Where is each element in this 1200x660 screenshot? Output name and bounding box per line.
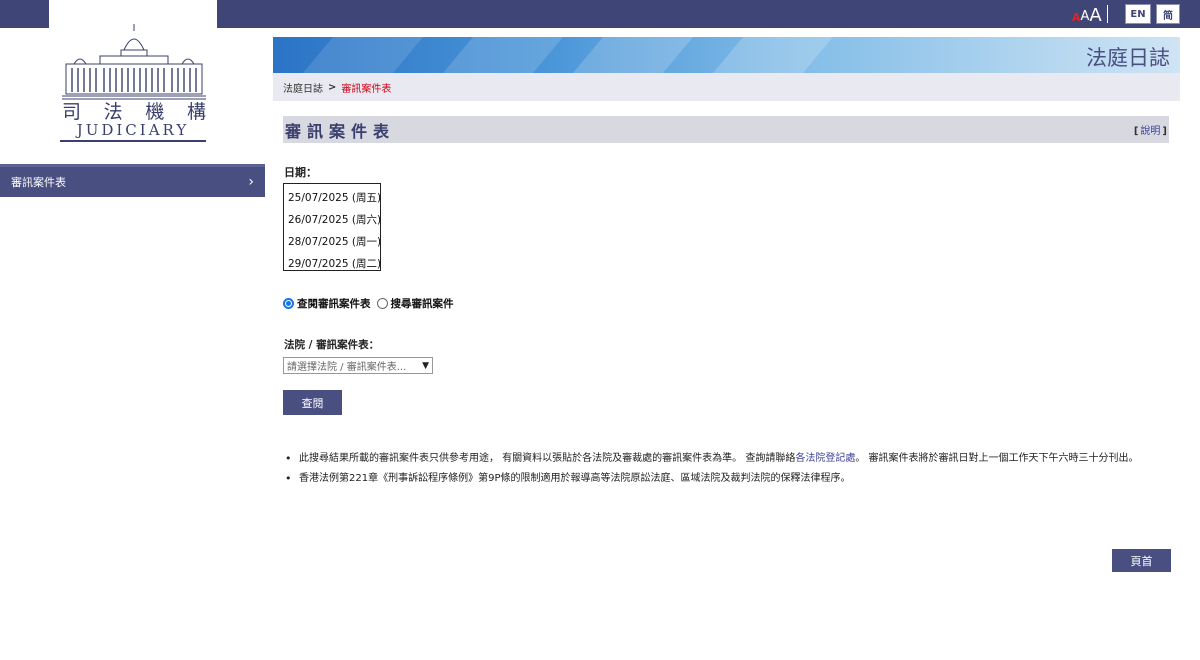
note-text: 。 審訊案件表將於審訊日對上一個工作天下午六時三十分刊出。	[855, 453, 1139, 464]
font-size-toggle[interactable]: A A A	[1072, 3, 1102, 25]
breadcrumb-home-link[interactable]: 法庭日誌	[273, 80, 323, 95]
help-bracket-open: [	[1133, 126, 1139, 137]
lang-simplified-button[interactable]: 简	[1156, 4, 1180, 24]
banner-title: 法庭日誌	[1086, 46, 1170, 70]
view-button[interactable]: 查閱	[283, 390, 342, 415]
page-banner: 法庭日誌	[273, 37, 1180, 73]
logo-underline	[60, 140, 206, 142]
date-option[interactable]: 28/07/2025 (周一)	[288, 231, 381, 253]
logo-char: 司	[62, 101, 82, 123]
font-size-large-label: A	[1089, 5, 1102, 26]
logo-chinese-name: 司 法 機 構	[62, 103, 206, 122]
court-registry-link[interactable]: 各法院登記處	[795, 453, 855, 464]
logo-char: 法	[103, 101, 123, 123]
help-label: 說明	[1140, 126, 1161, 137]
chevron-down-icon: ▼	[422, 360, 429, 371]
logo-english-name: JUDICIARY	[76, 121, 190, 139]
note-text: 香港法例第221章《刑事訴訟程序條例》第9P條的限制適用於報導高等法院原訟法庭、…	[299, 473, 851, 484]
page-title: 審訊案件表	[285, 121, 396, 141]
court-select-placeholder: 請選擇法院 / 審訊案件表...	[287, 362, 407, 373]
date-option[interactable]: 29/07/2025 (周二)	[288, 253, 381, 275]
court-label: 法院 / 審訊案件表：	[284, 339, 380, 351]
list-item: 此搜尋結果所載的審訊案件表只供參考用途， 有關資料以張貼於各法院及審裁處的審訊案…	[283, 452, 1173, 466]
view-cause-list-radio[interactable]	[283, 298, 294, 309]
search-case-label[interactable]: 搜尋審訊案件	[391, 296, 454, 311]
font-size-small-label: A	[1072, 11, 1081, 24]
list-item: 香港法例第221章《刑事訴訟程序條例》第9P條的限制適用於報導高等法院原訟法庭、…	[283, 472, 1173, 486]
top-divider	[1107, 5, 1108, 23]
chevron-right-icon: ›	[248, 174, 254, 190]
date-label: 日期：	[284, 166, 317, 179]
view-cause-list-label[interactable]: 查閱審訊案件表	[297, 296, 371, 311]
date-listbox[interactable]: 25/07/2025 (周五) 26/07/2025 (周六) 28/07/20…	[283, 183, 381, 271]
date-option[interactable]: 26/07/2025 (周六)	[288, 209, 381, 231]
search-case-radio[interactable]	[376, 298, 388, 309]
note-text: 此搜尋結果所載的審訊案件表只供參考用途， 有關資料以張貼於各法院及審裁處的審訊案…	[299, 453, 796, 464]
breadcrumb-current: 審訊案件表	[341, 83, 392, 95]
notes-list: 此搜尋結果所載的審訊案件表只供參考用途， 有關資料以張貼於各法院及審裁處的審訊案…	[283, 452, 1173, 492]
lang-en-button[interactable]: EN	[1125, 4, 1151, 24]
court-select[interactable]: 請選擇法院 / 審訊案件表... ▼	[283, 357, 433, 374]
banner-decoration	[303, 37, 833, 73]
sidebar-item-cause-list[interactable]: 審訊案件表 ›	[0, 164, 265, 197]
logo-char: 構	[186, 101, 206, 123]
breadcrumb: 法庭日誌 > 審訊案件表	[273, 73, 1180, 101]
logo-char: 機	[145, 101, 165, 123]
date-option[interactable]: 25/07/2025 (周五)	[288, 187, 381, 209]
font-size-medium-label: A	[1080, 9, 1090, 24]
breadcrumb-separator: >	[328, 81, 337, 93]
help-link[interactable]: [說明]	[1134, 122, 1169, 137]
court-building-icon	[62, 24, 206, 100]
mode-radio-group: 查閱審訊案件表 搜尋審訊案件	[283, 296, 460, 311]
sidebar-item-label: 審訊案件表	[11, 176, 66, 189]
back-to-top-button[interactable]: 頁首	[1112, 549, 1171, 572]
section-header: 審訊案件表 [說明]	[283, 116, 1169, 143]
help-bracket-close: ]	[1162, 126, 1167, 137]
